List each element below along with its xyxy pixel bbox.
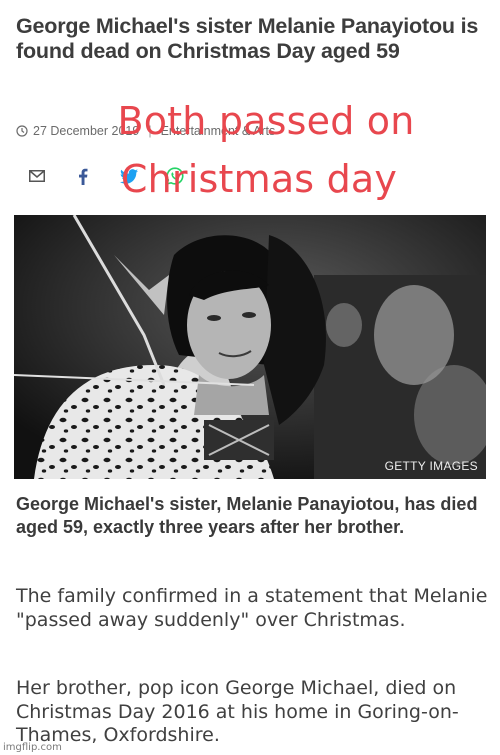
article-paragraph: Her brother, pop icon George Michael, di… <box>16 677 459 746</box>
meme-caption-line-1: Both passed on <box>117 99 415 143</box>
watermark: imgflip.com <box>3 742 62 753</box>
meme-caption-line-2: Christmas day <box>120 157 398 201</box>
article-photo: GETTY IMAGES <box>14 215 486 479</box>
article-headline: George Michael's sister Melanie Panayiot… <box>16 14 479 63</box>
photo-illustration <box>14 215 486 479</box>
article-paragraph: The family confirmed in a statement that… <box>16 585 488 631</box>
article-lead: George Michael's sister, Melanie Panayio… <box>16 494 478 537</box>
photo-credit: GETTY IMAGES <box>384 459 478 473</box>
